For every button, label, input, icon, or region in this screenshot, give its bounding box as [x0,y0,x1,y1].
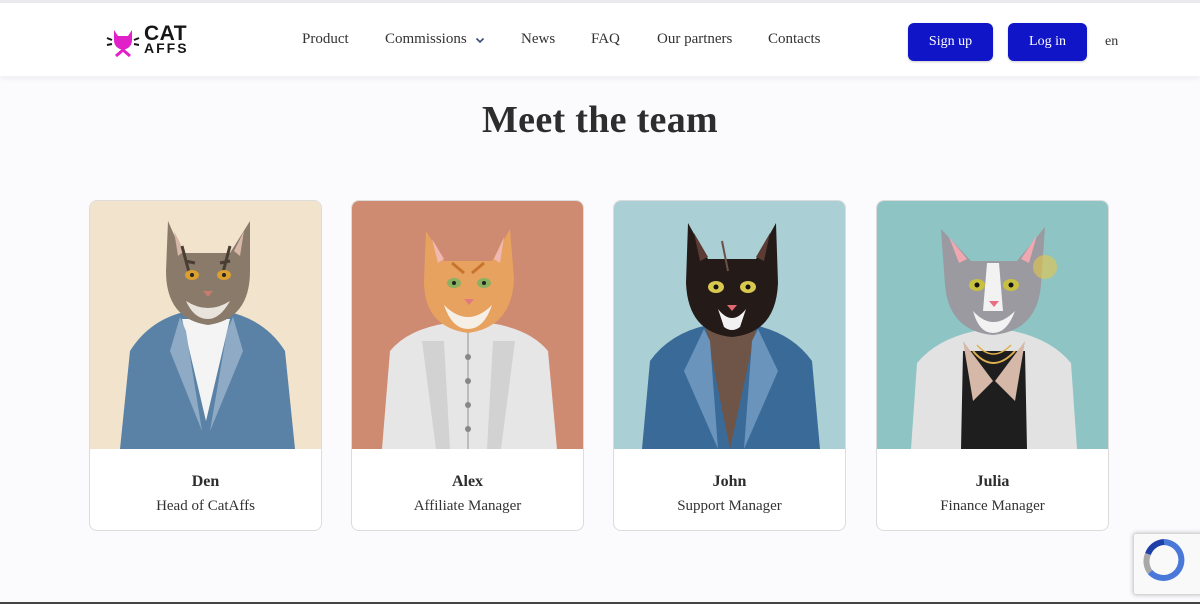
brand-line2: AFFS [144,40,189,56]
team-card-julia: Julia Finance Manager [876,200,1109,531]
section-title: Meet the team [482,99,718,141]
team-name-alex: Alex [451,473,484,490]
brand-logo[interactable]: CAT AFFS [106,21,206,61]
log-in-button[interactable]: Log in [1008,23,1087,61]
recaptcha-icon [1143,539,1185,581]
language-selector[interactable]: en [1105,34,1118,50]
team-photo-alex [352,201,583,449]
team-role-john: Support Manager [677,498,782,514]
team-role-alex: Affiliate Manager [413,498,522,514]
team-card-alex: Alex Affiliate Manager [351,200,584,531]
brand-line1: CAT [144,22,188,45]
chevron-down-icon [475,37,484,43]
team-role-den: Head of CatAffs [156,498,255,514]
nav-commissions[interactable]: Commissions [385,31,485,48]
team-name-den: Den [191,473,220,490]
site-header: CAT AFFS Product Commissions News FAQ Ou… [0,0,1200,76]
sign-up-button[interactable]: Sign up [908,23,993,61]
cat-logo-icon [106,30,140,58]
nav-contacts[interactable]: Contacts [768,31,821,48]
team-photo-den [90,201,321,449]
team-photo-john [614,201,845,449]
team-role-julia: Finance Manager [940,498,1045,514]
team-name-julia: Julia [975,473,1010,490]
nav-product[interactable]: Product [302,31,349,48]
nav-faq[interactable]: FAQ [591,31,620,48]
recaptcha-badge[interactable] [1133,533,1200,595]
team-card-den: Den Head of CatAffs [89,200,322,531]
team-name-john: John [712,473,747,490]
nav-our-partners[interactable]: Our partners [657,31,732,48]
nav-commissions-label: Commissions [385,31,467,47]
nav-news[interactable]: News [521,31,555,48]
team-photo-julia [877,201,1108,449]
brand-name: CAT AFFS [144,22,189,56]
team-card-john: John Support Manager [613,200,846,531]
